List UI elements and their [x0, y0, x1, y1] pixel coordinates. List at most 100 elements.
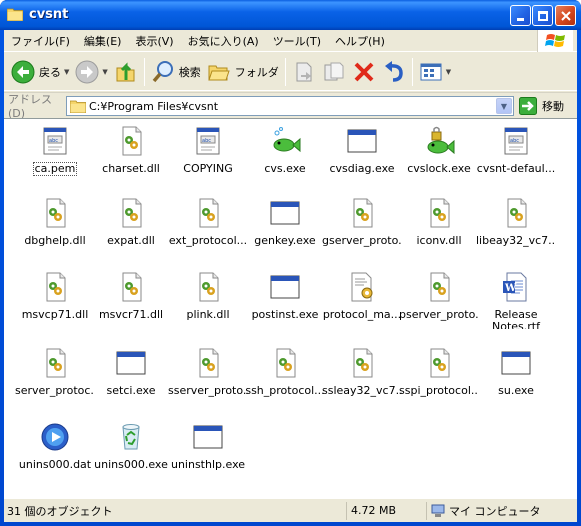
up-folder-button[interactable]: [111, 55, 141, 89]
file-item[interactable]: unins000.dat: [14, 419, 96, 479]
folder-icon: [7, 8, 23, 21]
chevron-down-icon[interactable]: ▼: [446, 68, 451, 76]
menu-tools[interactable]: ツール(T): [266, 33, 328, 49]
file-name: iconv.dll: [416, 235, 462, 247]
folders-button[interactable]: フォルダ: [204, 55, 282, 89]
file-item[interactable]: expat.dll: [90, 195, 172, 255]
file-item[interactable]: msvcr71.dll: [90, 269, 172, 329]
back-button[interactable]: 戻る ▼: [8, 55, 72, 89]
file-item[interactable]: sspi_protocol...: [398, 345, 480, 405]
file-item[interactable]: ssh_protocol...: [244, 345, 326, 405]
menu-edit[interactable]: 編集(E): [77, 33, 129, 49]
chevron-down-icon[interactable]: ▼: [64, 68, 69, 76]
file-item[interactable]: ext_protocol...: [167, 195, 249, 255]
address-input[interactable]: C:¥Program Files¥cvsnt ▼: [66, 96, 514, 116]
file-item[interactable]: plink.dll: [167, 269, 249, 329]
close-button[interactable]: [555, 5, 576, 26]
minimize-button[interactable]: [510, 5, 531, 26]
file-name: server_protoc...: [15, 385, 95, 397]
move-to-button[interactable]: [289, 55, 319, 89]
file-item[interactable]: abc ca.pem: [14, 123, 96, 183]
dll-icon: [192, 347, 224, 379]
file-name: cvslock.exe: [407, 163, 471, 175]
file-item[interactable]: su.exe: [475, 345, 557, 405]
file-item[interactable]: charset.dll: [90, 123, 172, 183]
file-item[interactable]: genkey.exe: [244, 195, 326, 255]
menu-view[interactable]: 表示(V): [128, 33, 180, 49]
search-button[interactable]: 検索: [148, 55, 204, 89]
file-item[interactable]: pserver_proto...: [398, 269, 480, 329]
file-item[interactable]: msvcp71.dll: [14, 269, 96, 329]
undo-button[interactable]: [379, 55, 409, 89]
delete-button[interactable]: [349, 55, 379, 89]
dll-icon: [423, 271, 455, 303]
file-item[interactable]: setci.exe: [90, 345, 172, 405]
file-item[interactable]: W Release Notes.rtf: [475, 269, 557, 329]
explorer-window: cvsnt ファイル(F) 編集(E) 表示(V) お気に入り(A) ツール(T…: [0, 0, 581, 526]
dll-icon: [500, 197, 532, 229]
file-item[interactable]: abc COPYING: [167, 123, 249, 183]
toolbar-separator: [284, 57, 286, 86]
windows-flag-icon: [544, 34, 565, 47]
menu-help[interactable]: ヘルプ(H): [328, 33, 392, 49]
go-arrow-icon: [519, 97, 537, 115]
config-file-icon: [346, 271, 378, 303]
file-item[interactable]: cvslock.exe: [398, 123, 480, 183]
file-item[interactable]: gserver_proto...: [321, 195, 403, 255]
file-item[interactable]: dbghelp.dll: [14, 195, 96, 255]
svg-text:abc: abc: [202, 138, 211, 144]
file-item[interactable]: unins000.exe: [90, 419, 172, 479]
address-dropdown-button[interactable]: ▼: [496, 98, 512, 114]
media-file-icon: [39, 421, 71, 453]
dll-icon: [192, 197, 224, 229]
file-item[interactable]: sserver_proto...: [167, 345, 249, 405]
file-list-pane[interactable]: abc ca.pem charset.dll abc COPYING cvs.exe cvs…: [4, 118, 577, 498]
file-item[interactable]: ssleay32_vc7...: [321, 345, 403, 405]
file-name: genkey.exe: [254, 235, 316, 247]
file-name: Release Notes.rtf: [492, 309, 540, 329]
file-item[interactable]: postinst.exe: [244, 269, 326, 329]
menu-favorites[interactable]: お気に入り(A): [181, 33, 266, 49]
file-item[interactable]: uninsthlp.exe: [167, 419, 249, 479]
file-item[interactable]: cvsdiag.exe: [321, 123, 403, 183]
dll-icon: [423, 347, 455, 379]
file-item[interactable]: server_protoc...: [14, 345, 96, 405]
dll-icon: [39, 271, 71, 303]
status-total-size: 4.72 MB: [347, 501, 427, 520]
text-file-icon: abc: [500, 125, 532, 157]
search-label: 検索: [178, 65, 201, 79]
folder-icon: [208, 65, 230, 80]
dll-icon: [269, 347, 301, 379]
dll-icon: [192, 271, 224, 303]
copy-to-button[interactable]: [319, 55, 349, 89]
chevron-down-icon[interactable]: ▼: [102, 68, 107, 76]
file-name: plink.dll: [186, 309, 230, 321]
file-item[interactable]: cvs.exe: [244, 123, 326, 183]
dll-icon: [423, 197, 455, 229]
menu-file[interactable]: ファイル(F): [4, 33, 77, 49]
forward-button[interactable]: ▼: [72, 55, 110, 89]
dll-icon: [39, 197, 71, 229]
go-button[interactable]: 移動: [519, 96, 564, 116]
views-button[interactable]: ▼: [416, 55, 454, 89]
file-item[interactable]: iconv.dll: [398, 195, 480, 255]
title-bar[interactable]: cvsnt: [0, 0, 581, 30]
file-name: ssleay32_vc7...: [322, 385, 402, 397]
close-icon: [560, 10, 571, 21]
window-exe-icon: [269, 271, 301, 303]
forward-arrow-icon: [75, 60, 99, 83]
file-name: cvs.exe: [264, 163, 306, 175]
chevron-down-icon: ▼: [500, 101, 508, 111]
copy-to-icon: [324, 62, 344, 80]
text-file-icon: abc: [192, 125, 224, 157]
undo-icon: [384, 60, 403, 82]
file-name: sserver_proto...: [168, 385, 248, 397]
file-name: sspi_protocol...: [399, 385, 479, 397]
file-name: dbghelp.dll: [24, 235, 86, 247]
file-name: ca.pem: [32, 162, 78, 176]
maximize-button[interactable]: [532, 5, 553, 26]
file-item[interactable]: abc cvsnt-defaul...: [475, 123, 557, 183]
toolbar-separator: [143, 57, 145, 86]
file-item[interactable]: libeay32_vc7...: [475, 195, 557, 255]
file-item[interactable]: protocol_ma...: [321, 269, 403, 329]
